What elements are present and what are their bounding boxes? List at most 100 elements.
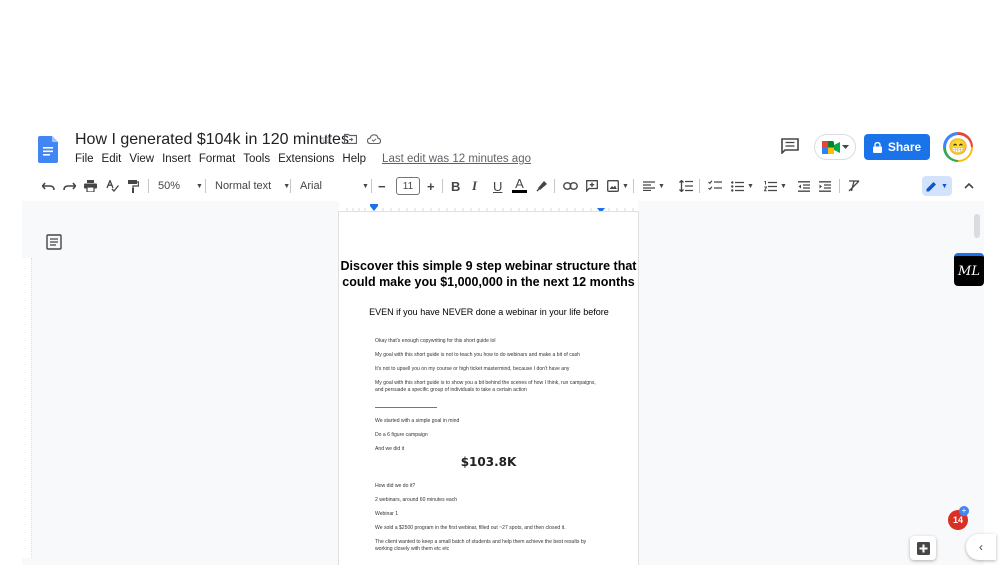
chevron-down-icon: ▼	[622, 182, 629, 190]
chevron-up-icon[interactable]	[964, 177, 974, 195]
vertical-scrollbar[interactable]	[974, 214, 980, 238]
bold-button[interactable]: B	[451, 177, 460, 195]
menu-extensions[interactable]: Extensions	[278, 153, 334, 165]
meet-icon	[821, 140, 840, 154]
chevron-down-icon	[841, 144, 849, 149]
bulleted-list-icon[interactable]: ▼	[731, 177, 754, 195]
menu-insert[interactable]: Insert	[162, 153, 191, 165]
text-color-label: A	[515, 176, 524, 191]
blank-top-area	[0, 0, 1005, 128]
redo-icon[interactable]	[63, 177, 76, 195]
toolbar: 50% ▼ Normal text ▼ Arial ▼ − 11 + B I U A …	[0, 172, 1005, 200]
decrease-indent-icon[interactable]	[798, 177, 810, 195]
explore-icon	[916, 541, 930, 555]
menu-bar: File Edit View Insert Format Tools Exten…	[75, 153, 531, 165]
plus-icon: +	[959, 506, 969, 516]
toolbar-divider	[148, 179, 149, 193]
add-comment-icon[interactable]	[586, 177, 598, 195]
chevron-down-icon: ▼	[658, 182, 665, 190]
zoom-value: 50%	[158, 180, 181, 192]
explore-button[interactable]	[910, 536, 936, 560]
menu-file[interactable]: File	[75, 153, 94, 165]
toolbar-divider	[371, 179, 372, 193]
share-label: Share	[887, 140, 922, 154]
font-select[interactable]: Arial ▼	[300, 177, 369, 195]
last-edit-link[interactable]: Last edit was 12 minutes ago	[382, 153, 531, 165]
meet-button[interactable]	[814, 134, 856, 160]
paragraph: Okay that's enough copywriting for this …	[375, 338, 496, 344]
avatar-emoji: 😁	[945, 134, 971, 160]
text-color-swatch	[512, 190, 527, 193]
align-icon[interactable]: ▼	[643, 177, 665, 195]
editing-mode-button[interactable]: ▼	[922, 176, 952, 196]
numbered-list-icon[interactable]: ▼	[764, 177, 787, 195]
decrease-font-size-button[interactable]: −	[378, 177, 386, 195]
document-outline-icon[interactable]	[46, 234, 62, 250]
horizontal-ruler[interactable]	[339, 201, 638, 214]
menu-view[interactable]: View	[129, 153, 154, 165]
toolbar-divider	[442, 179, 443, 193]
insert-image-icon[interactable]: ▼	[607, 177, 629, 195]
comments-icon[interactable]	[781, 138, 799, 154]
toolbar-divider	[699, 179, 700, 193]
toolbar-divider	[633, 179, 634, 193]
share-button[interactable]: Share	[864, 134, 930, 160]
paragraph: We sold a $2500 program in the first web…	[375, 525, 566, 531]
chevron-down-icon: ▼	[941, 182, 948, 190]
increase-font-size-button[interactable]: +	[427, 177, 435, 195]
paragraph: And we did it	[375, 446, 405, 452]
vertical-ruler[interactable]	[22, 258, 32, 558]
italic-button[interactable]: I	[472, 177, 477, 195]
paragraph: The client wanted to keep a small batch …	[375, 539, 587, 552]
print-icon[interactable]	[84, 177, 97, 195]
menu-format[interactable]: Format	[199, 153, 235, 165]
avatar[interactable]: 😁	[943, 132, 973, 162]
style-value: Normal text	[215, 180, 272, 192]
paragraph: How did we do it?	[375, 483, 416, 489]
side-panel-toggle[interactable]: ‹	[966, 534, 996, 560]
chevron-down-icon: ▼	[780, 182, 787, 190]
toolbar-divider	[839, 179, 840, 193]
style-select[interactable]: Normal text ▼	[215, 177, 290, 195]
chevron-left-icon: ‹	[979, 540, 983, 554]
menu-help[interactable]: Help	[342, 153, 366, 165]
toolbar-divider	[205, 179, 206, 193]
extension-badge[interactable]: ML	[954, 253, 984, 286]
lock-icon	[872, 141, 882, 153]
menu-edit[interactable]: Edit	[102, 153, 122, 165]
checklist-icon[interactable]	[708, 177, 722, 195]
move-to-folder-icon[interactable]	[342, 131, 358, 148]
paragraph: My goal with this short guide is not to …	[375, 352, 580, 358]
zoom-select[interactable]: 50% ▼	[158, 177, 203, 195]
text-color-button[interactable]: A	[512, 177, 527, 195]
chevron-down-icon: ▼	[747, 182, 754, 190]
paragraph: My goal with this short guide is to show…	[375, 380, 596, 393]
paint-format-icon[interactable]	[128, 177, 139, 195]
spellcheck-icon[interactable]	[106, 177, 119, 195]
chevron-down-icon: ▼	[362, 182, 369, 190]
star-icon[interactable]: ☆	[318, 131, 334, 148]
clear-formatting-icon[interactable]	[848, 177, 860, 195]
divider-line	[375, 407, 437, 408]
paragraph: Webinar 1	[375, 511, 399, 517]
highlight-icon[interactable]	[536, 177, 548, 195]
underline-button[interactable]: U	[493, 177, 502, 195]
document-title[interactable]: How I generated $104k in 120 minutes	[75, 131, 349, 149]
line-spacing-icon[interactable]	[679, 177, 693, 195]
docs-logo-icon[interactable]	[38, 136, 58, 163]
font-size-input[interactable]: 11	[396, 177, 420, 195]
menu-tools[interactable]: Tools	[243, 153, 270, 165]
undo-icon[interactable]	[42, 177, 55, 195]
revenue-figure: $103.8K	[460, 455, 517, 469]
document-page[interactable]: Discover this simple 9 step webinar stru…	[339, 212, 638, 565]
paragraph: We started with a simple goal in mind	[375, 418, 460, 424]
cloud-saved-icon[interactable]	[366, 131, 382, 148]
toolbar-divider	[290, 179, 291, 193]
toolbar-divider	[554, 179, 555, 193]
font-value: Arial	[300, 180, 323, 192]
page-subheading: EVEN if you have NEVER done a webinar in…	[369, 307, 609, 317]
paragraph: It's not to upsell you on my course or h…	[375, 366, 570, 372]
link-icon[interactable]	[563, 177, 578, 195]
increase-indent-icon[interactable]	[819, 177, 831, 195]
title-icons: ☆	[318, 131, 382, 148]
